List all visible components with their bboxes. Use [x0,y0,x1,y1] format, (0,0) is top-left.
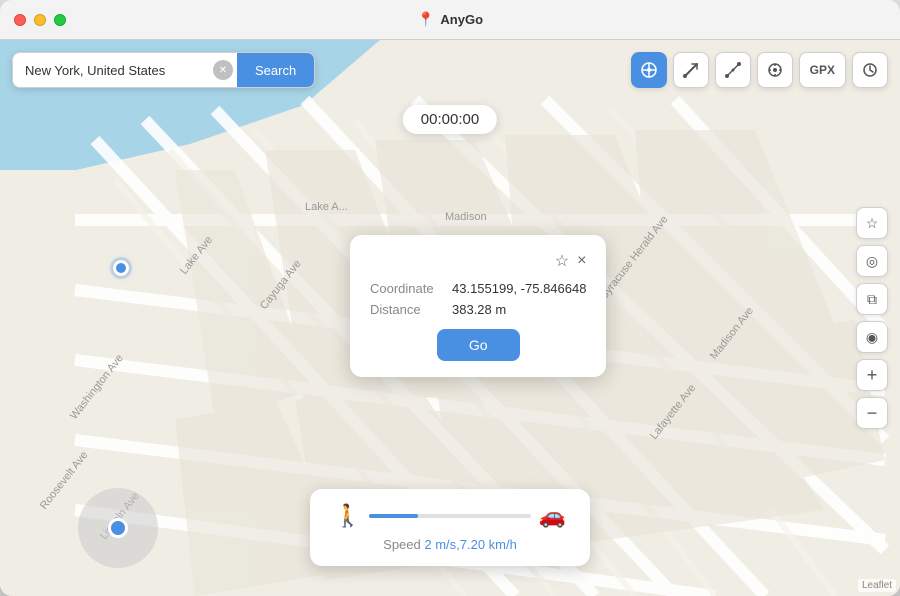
app-window: 📍 AnyGo [0,0,900,596]
leaflet-attribution: Leaflet [858,579,896,592]
search-container: ✕ Search [12,52,315,88]
coordinate-value: 43.155199, -75.846648 [452,281,586,296]
popup-favorite-button[interactable]: ☆ [555,251,569,271]
svg-text:Roosevelt Ave: Roosevelt Ave [38,449,91,512]
traffic-lights [14,14,66,26]
single-route-button[interactable] [673,52,709,88]
search-clear-button[interactable]: ✕ [213,60,233,80]
distance-label: Distance [370,302,440,317]
history-button[interactable] [852,52,888,88]
walk-icon: 🚶 [334,503,361,529]
title-text: AnyGo [440,12,483,27]
current-location-marker [110,257,132,279]
titlebar: 📍 AnyGo [0,0,900,40]
right-sidebar: ☆ ◎ ⧉ ◉ + − [856,207,888,429]
compass-center [108,518,128,538]
layers-button[interactable]: ⧉ [856,283,888,315]
popup-close-button[interactable]: × [577,251,586,271]
distance-value: 383.28 m [452,302,506,317]
my-location-button[interactable]: ◉ [856,321,888,353]
compass-widget [78,488,158,568]
search-input[interactable] [13,63,213,78]
maximize-button[interactable] [54,14,66,26]
go-button[interactable]: Go [437,329,520,361]
timer-value: 00:00:00 [421,111,479,128]
zoom-in-button[interactable]: + [856,359,888,391]
map-area[interactable]: Lake Ave Cayuga Ave Onondaga Ave Onesca … [0,40,900,596]
teleport-mode-button[interactable] [631,52,667,88]
car-icon: 🚗 [539,503,566,529]
distance-row: Distance 383.28 m [370,302,586,317]
multi-route-button[interactable] [715,52,751,88]
joystick-button[interactable] [757,52,793,88]
minimize-button[interactable] [34,14,46,26]
title-pin-icon: 📍 [417,11,434,28]
location-dot [113,260,129,276]
location-info-popup: ☆ × Coordinate 43.155199, -75.846648 Dis… [350,235,606,377]
compass-button[interactable]: ◎ [856,245,888,277]
coordinate-label: Coordinate [370,281,440,296]
main-toolbar: ✕ Search [12,52,888,88]
app-title: 📍 AnyGo [417,11,483,28]
speed-value: 2 m/s,7.20 km/h [424,537,516,552]
timer-badge: 00:00:00 [403,105,497,134]
toolbar-right-buttons: GPX [631,52,888,88]
coordinate-row: Coordinate 43.155199, -75.846648 [370,281,586,296]
search-button[interactable]: Search [237,52,314,88]
zoom-out-button[interactable]: − [856,397,888,429]
close-button[interactable] [14,14,26,26]
speed-label: Speed [383,537,424,552]
speed-icons-row: 🚶 🚗 [334,503,566,529]
speed-text: Speed 2 m/s,7.20 km/h [334,537,566,552]
favorite-button[interactable]: ☆ [856,207,888,239]
svg-text:Madison: Madison [445,211,487,223]
popup-header: ☆ × [370,251,586,271]
speed-slider-fill [369,514,417,518]
speed-slider-track[interactable] [369,514,530,518]
speed-panel: 🚶 🚗 Speed 2 m/s,7.20 km/h [310,489,590,566]
svg-text:Lake A...: Lake A... [305,201,348,213]
gpx-button[interactable]: GPX [799,52,846,88]
